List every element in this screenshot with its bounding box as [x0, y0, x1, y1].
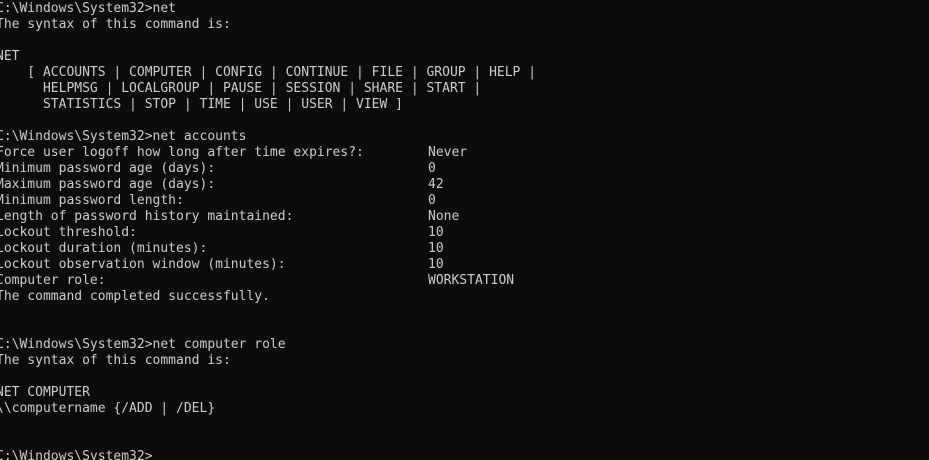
setting-label: Maximum password age (days):	[0, 177, 216, 192]
account-setting-row: Lockout observation window (minutes): 10	[0, 257, 929, 273]
account-setting-row: Lockout threshold: 10	[0, 225, 929, 241]
account-setting-row: Minimum password age (days): 0	[0, 161, 929, 177]
output-line: The command completed successfully.	[0, 289, 270, 304]
output-line: [ ACCOUNTS | COMPUTER | CONFIG | CONTINU…	[0, 65, 537, 80]
account-setting-row: Maximum password age (days): 42	[0, 177, 929, 193]
setting-label: Lockout duration (minutes):	[0, 241, 208, 256]
command-line: C:\Windows\System32>net computer role	[0, 337, 286, 352]
setting-value: 10	[428, 225, 444, 240]
account-setting-row: Length of password history maintained: No…	[0, 209, 929, 225]
setting-value: 0	[428, 161, 436, 176]
command-line: C:\Windows\System32>net accounts	[0, 129, 247, 144]
setting-label: Minimum password age (days):	[0, 161, 216, 176]
account-setting-row: Minimum password length: 0	[0, 193, 929, 209]
command-line: C:\Windows\System32>net	[0, 1, 177, 16]
setting-label: Computer role:	[0, 273, 106, 288]
output-line: The syntax of this command is:	[0, 17, 231, 32]
setting-value: 42	[428, 177, 444, 192]
setting-value: Never	[428, 145, 468, 160]
command-prompt[interactable]: C:\Windows\System32>	[0, 449, 929, 460]
setting-label: Minimum password length:	[0, 193, 184, 208]
setting-value: WORKSTATION	[428, 273, 515, 288]
account-setting-row: Computer role: WORKSTATION	[0, 273, 929, 289]
account-setting-row: Lockout duration (minutes): 10	[0, 241, 929, 257]
output-line: \\computername {/ADD | /DEL}	[0, 401, 216, 416]
account-setting-row: Force user logoff how long after time ex…	[0, 145, 929, 161]
output-line: HELPMSG | LOCALGROUP | PAUSE | SESSION |…	[0, 81, 482, 96]
setting-value: 10	[428, 241, 444, 256]
output-line: STATISTICS | STOP | TIME | USE | USER | …	[0, 97, 403, 112]
output-line: NET COMPUTER	[0, 385, 90, 400]
setting-value: 10	[428, 257, 444, 272]
setting-value: None	[428, 209, 460, 224]
output-line: NET	[0, 49, 20, 64]
output-line: The syntax of this command is:	[0, 353, 231, 368]
setting-label: Length of password history maintained:	[0, 209, 294, 224]
setting-value: 0	[428, 193, 436, 208]
setting-label: Force user logoff how long after time ex…	[0, 145, 364, 160]
setting-label: Lockout observation window (minutes):	[0, 257, 286, 272]
setting-label: Lockout threshold:	[0, 225, 137, 240]
command-prompt-console[interactable]: C:\Windows\System32>net The syntax of th…	[0, 1, 929, 460]
